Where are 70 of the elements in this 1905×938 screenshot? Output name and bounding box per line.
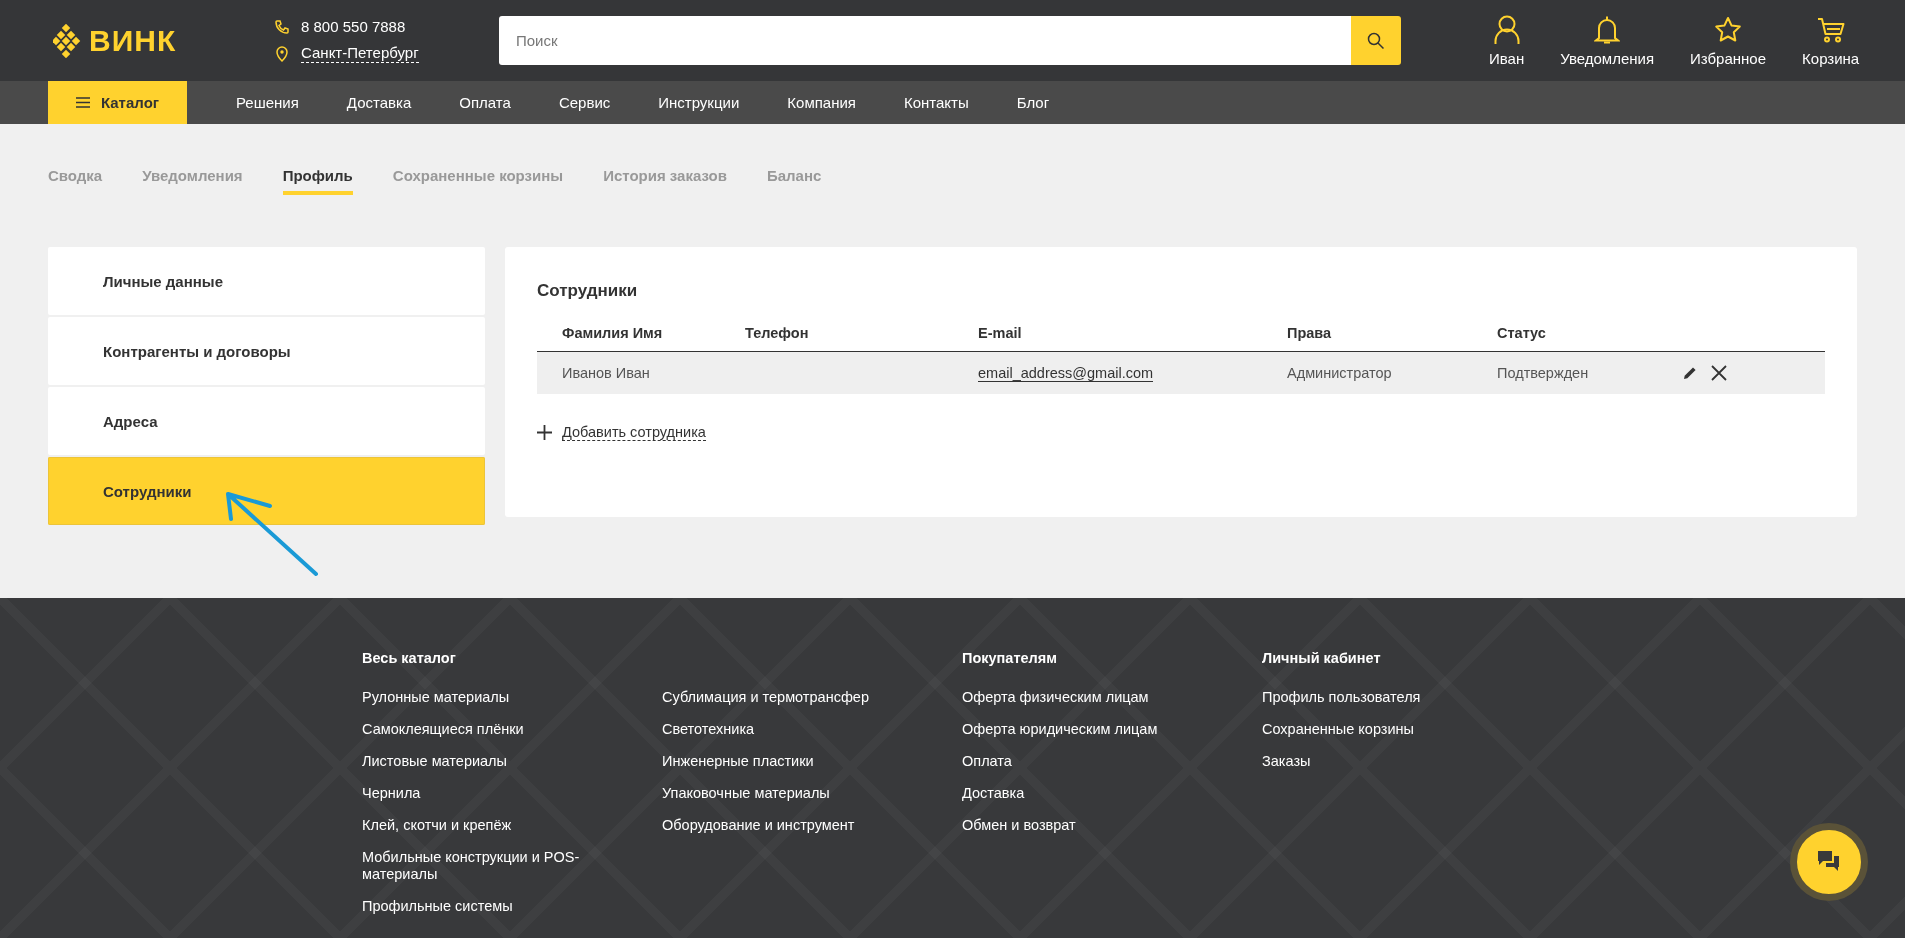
- footer-link[interactable]: Доставка: [962, 785, 1187, 802]
- search-icon: [1367, 31, 1385, 50]
- footer-link[interactable]: Светотехника: [662, 721, 887, 738]
- phone-number[interactable]: 8 800 550 7888: [301, 18, 406, 35]
- column-header: Права: [1287, 315, 1497, 352]
- column-header: Фамилия Имя: [537, 315, 745, 352]
- column-header: Телефон: [745, 315, 978, 352]
- footer-link[interactable]: Обмен и возврат: [962, 817, 1187, 834]
- footer-link[interactable]: Листовые материалы: [362, 753, 587, 770]
- footer-link[interactable]: Заказы: [1262, 753, 1487, 770]
- table-cell: Иванов Иван: [537, 351, 745, 394]
- sidebar-item[interactable]: Контрагенты и договоры: [48, 317, 485, 385]
- user-icon: [1493, 14, 1520, 45]
- nav-link[interactable]: Компания: [787, 94, 856, 111]
- nav-link[interactable]: Инструкции: [658, 94, 740, 111]
- notifications-button[interactable]: Уведомления: [1542, 14, 1672, 67]
- footer-link[interactable]: Оферта физическим лицам: [962, 689, 1187, 706]
- column-header: Статус: [1497, 315, 1683, 352]
- close-icon: [1711, 365, 1727, 381]
- footer-link[interactable]: Оферта юридическим лицам: [962, 721, 1187, 738]
- logo[interactable]: ВИНК: [53, 23, 275, 58]
- nav-link[interactable]: Контакты: [903, 94, 969, 111]
- cart-button[interactable]: Корзина: [1784, 14, 1878, 67]
- profile-tab[interactable]: Профиль: [282, 167, 353, 195]
- footer-heading: Весь каталог: [362, 650, 457, 667]
- search-field[interactable]: Поиск: [499, 16, 1351, 65]
- pencil-icon: [1683, 366, 1697, 380]
- plus-icon: [537, 425, 552, 440]
- footer-link[interactable]: Профиль пользователя: [1262, 689, 1487, 706]
- section-title: Сотрудники: [537, 281, 639, 301]
- city-link[interactable]: Санкт-Петербург: [301, 44, 419, 63]
- nav-link[interactable]: Доставка: [346, 94, 412, 111]
- footer-link[interactable]: Рулонные материалы: [362, 689, 587, 706]
- nav-link[interactable]: Решения: [236, 94, 299, 111]
- search-button[interactable]: [1351, 16, 1401, 65]
- footer-link[interactable]: Чернила: [362, 785, 587, 802]
- favorites-button[interactable]: Избранное: [1672, 14, 1785, 67]
- sidebar-item[interactable]: Сотрудники: [48, 457, 485, 525]
- nav-link[interactable]: Блог: [1016, 94, 1050, 111]
- logo-icon: [53, 23, 83, 58]
- table-cell: Администратор: [1287, 351, 1497, 394]
- footer-heading: Покупателям: [962, 650, 1058, 667]
- footer-link[interactable]: Сублимация и термотрансфер: [662, 689, 887, 706]
- add-employee-link[interactable]: Добавить сотрудника: [537, 424, 706, 441]
- footer-link[interactable]: Самоклеящиеся плёнки: [362, 721, 587, 738]
- nav-link[interactable]: Оплата: [459, 94, 511, 111]
- edit-button[interactable]: [1683, 366, 1697, 380]
- footer-link[interactable]: Мобильные конструкции и POS-материалы: [362, 849, 587, 883]
- profile-button[interactable]: Иван: [1471, 14, 1543, 67]
- table-cell: Подтвержден: [1497, 351, 1683, 394]
- catalog-button[interactable]: Каталог: [48, 81, 187, 124]
- bell-icon: [1594, 14, 1621, 45]
- menu-icon: [75, 97, 90, 108]
- sidebar-item[interactable]: Личные данные: [48, 247, 485, 315]
- phone-icon: [275, 19, 289, 34]
- footer-link[interactable]: Профильные системы: [362, 898, 587, 915]
- delete-button[interactable]: [1711, 365, 1727, 381]
- footer-link[interactable]: Оплата: [962, 753, 1187, 770]
- location-pin-icon: [275, 45, 289, 62]
- footer-link[interactable]: Клей, скотчи и крепёж: [362, 817, 587, 834]
- logo-text: ВИНК: [89, 23, 177, 58]
- footer-link[interactable]: Оборудование и инструмент: [662, 817, 887, 834]
- footer-heading: Личный кабинет: [1262, 650, 1382, 667]
- sidebar-item[interactable]: Адреса: [48, 387, 485, 455]
- star-icon: [1714, 14, 1743, 45]
- footer-link[interactable]: Упаковочные материалы: [662, 785, 887, 802]
- footer-link[interactable]: Сохраненные корзины: [1262, 721, 1487, 738]
- nav-link[interactable]: Сервис: [558, 94, 611, 111]
- footer-link[interactable]: Инженерные пластики: [662, 753, 887, 770]
- column-header: E-mail: [978, 315, 1287, 352]
